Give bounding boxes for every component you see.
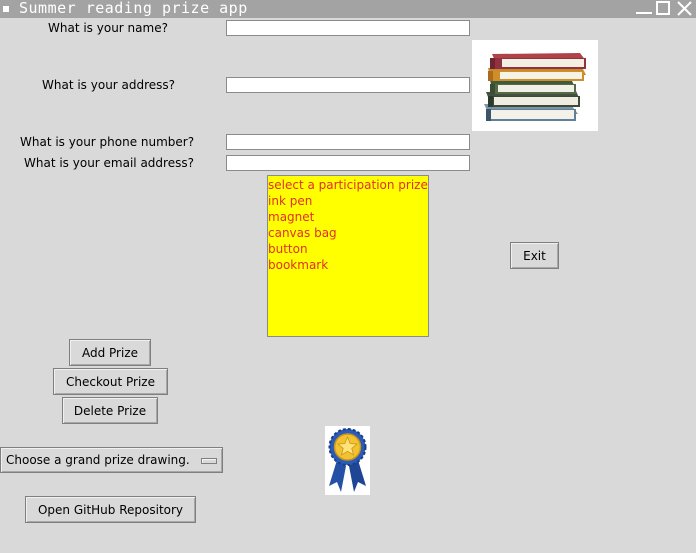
address-label: What is your address? (42, 78, 176, 92)
system-menu-icon[interactable] (3, 6, 9, 12)
list-item[interactable]: button (268, 241, 428, 257)
list-item[interactable]: magnet (268, 209, 428, 225)
grand-prize-menu[interactable]: Choose a grand prize drawing. (0, 447, 223, 473)
list-item[interactable]: ink pen (268, 193, 428, 209)
title-bar[interactable]: Summer reading prize app (0, 0, 696, 18)
add-prize-button[interactable]: Add Prize (69, 339, 151, 366)
phone-label: What is your phone number? (20, 135, 195, 149)
email-input[interactable] (226, 155, 470, 171)
name-input[interactable] (226, 20, 470, 36)
award-ribbon-image (325, 426, 370, 495)
list-item[interactable]: canvas bag (268, 225, 428, 241)
prize-listbox[interactable]: select a participation prize ink pen mag… (267, 175, 429, 337)
list-item[interactable]: bookmark (268, 257, 428, 273)
address-input[interactable] (226, 77, 470, 93)
name-label: What is your name? (48, 21, 168, 35)
maximize-icon[interactable] (656, 1, 670, 15)
grand-prize-menu-label: Choose a grand prize drawing. (6, 453, 190, 467)
minimize-icon[interactable] (636, 0, 652, 16)
phone-input[interactable] (226, 134, 470, 150)
delete-prize-button[interactable]: Delete Prize (62, 397, 158, 424)
dropdown-indicator-icon (201, 458, 217, 464)
window-title: Summer reading prize app (19, 0, 248, 17)
exit-button[interactable]: Exit (510, 242, 559, 269)
close-icon[interactable] (676, 0, 693, 17)
open-github-button[interactable]: Open GitHub Repository (25, 496, 196, 523)
checkout-prize-button[interactable]: Checkout Prize (53, 368, 168, 395)
list-item[interactable]: select a participation prize (268, 177, 428, 193)
books-image (472, 40, 598, 131)
email-label: What is your email address? (24, 156, 194, 170)
